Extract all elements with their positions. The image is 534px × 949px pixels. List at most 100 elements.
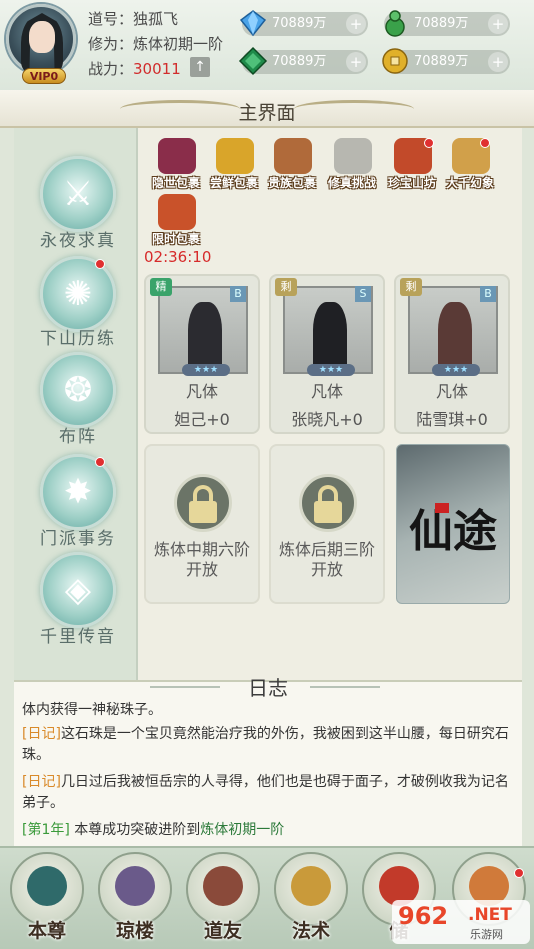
sidebar-item-sect-affairs[interactable]: ✸ xyxy=(40,454,116,530)
icon-label: 大千幻象 xyxy=(445,176,494,190)
sidebar-label: 下山历练 xyxy=(40,329,116,349)
nav-label: 道友 xyxy=(203,920,242,942)
add-currency-button[interactable]: + xyxy=(488,14,508,34)
nav-spells[interactable] xyxy=(274,852,348,926)
nav-pavilion[interactable] xyxy=(98,852,172,926)
unlock-requirement: 炼体后期三阶 开放 xyxy=(271,540,383,580)
icon-label: 贵族包裹 xyxy=(267,176,316,190)
avatar-face xyxy=(29,21,55,53)
card-badge: 精 xyxy=(150,278,172,296)
locked-slot[interactable]: 炼体中期六阶 开放 xyxy=(144,444,260,604)
notification-dot xyxy=(95,457,105,467)
dao-name: 独孤飞 xyxy=(133,10,179,28)
unlock-suffix: 开放 xyxy=(310,560,343,579)
nav-label: 本尊 xyxy=(27,920,66,942)
sidebar-item-training[interactable]: ✺ xyxy=(40,256,116,332)
sidebar-item-message[interactable]: ◈ xyxy=(40,552,116,628)
character-figure xyxy=(313,302,347,372)
unlock-suffix: 开放 xyxy=(185,560,218,579)
cultivation-challenge-button[interactable]: 修真挑战 xyxy=(326,138,378,194)
flower-star-icon: ✸ xyxy=(63,472,93,512)
xiantu-banner[interactable]: 仙途 xyxy=(396,444,510,604)
log-text: 体内获得一神秘珠子。 xyxy=(22,702,162,718)
character-name: 陆雪琪+0 xyxy=(416,410,488,429)
tier-badge: B xyxy=(480,286,496,302)
lock-icon xyxy=(174,474,232,532)
hidden-pack-button[interactable]: 隐世包裹 xyxy=(150,138,202,194)
notification-dot xyxy=(424,138,434,148)
icon-label: 珍宝山坊 xyxy=(387,176,436,190)
body-type: 凡体 xyxy=(185,382,218,401)
nav-label: 法术 xyxy=(291,920,330,942)
character-card-zhangxiaofan[interactable]: ★★★ 剩 S 凡体 张晓凡+0 xyxy=(269,274,385,434)
add-currency-button[interactable]: + xyxy=(346,14,366,34)
notification-dot xyxy=(95,259,105,269)
character-card-luxueqi[interactable]: ★★★ 剩 B 凡体 陆雪琪+0 xyxy=(394,274,510,434)
dao-name-row: 道号：独孤飞 xyxy=(88,8,178,29)
warrior-helmet-icon: ⚔ xyxy=(62,174,94,214)
unlock-requirement: 炼体中期六阶 开放 xyxy=(146,540,258,580)
body-type: 凡体 xyxy=(310,382,343,401)
star-rating: ★★★ xyxy=(307,364,355,376)
icon-label: 修真挑战 xyxy=(327,176,376,190)
golden-lotus-icon xyxy=(291,866,331,906)
watermark-suffix: .NET xyxy=(468,905,512,925)
currency-value: 70889万 xyxy=(414,54,469,69)
green-gourd-icon xyxy=(385,10,405,37)
sidebar-item-endless-night[interactable]: ⚔ xyxy=(40,156,116,232)
notification-dot xyxy=(480,138,490,148)
star-rating: ★★★ xyxy=(432,364,480,376)
nav-friends[interactable] xyxy=(186,852,260,926)
red-seal xyxy=(435,503,449,513)
player-avatar[interactable] xyxy=(6,4,76,74)
sidebar-label: 永夜求真 xyxy=(40,231,116,251)
log-title: 日志 xyxy=(248,676,288,700)
blue-gem-icon xyxy=(239,10,267,37)
body-type: 凡体 xyxy=(435,382,468,401)
add-currency-button[interactable]: + xyxy=(488,52,508,72)
countdown-timer: 02:36:10 xyxy=(144,248,212,266)
formation-scroll-icon: ❂ xyxy=(63,370,93,410)
vip-badge[interactable]: VIP0 xyxy=(22,68,66,84)
chibi-hero-icon xyxy=(27,866,67,906)
tier-badge: B xyxy=(230,286,246,302)
limited-pack-button[interactable]: 限时包裹 xyxy=(150,194,202,250)
icon-label: 尝鲜包裹 xyxy=(209,176,258,190)
power-up-arrow-icon[interactable]: ↑ xyxy=(190,57,210,77)
cultivation-value: 炼体初期一阶 xyxy=(133,35,224,53)
unlock-level: 炼体中期六阶 xyxy=(153,540,250,559)
banner-calligraphy: 仙途 xyxy=(409,506,497,557)
log-tag: [日记] xyxy=(22,774,61,790)
sidebar-label: 千里传音 xyxy=(40,627,116,647)
cultivation-label: 修为： xyxy=(88,35,134,53)
currency-value: 70889万 xyxy=(272,16,327,31)
locked-slot[interactable]: 炼体后期三阶 开放 xyxy=(269,444,385,604)
noble-pack-button[interactable]: 贵族包裹 xyxy=(266,138,318,194)
wings-emblem-icon: ✺ xyxy=(63,274,93,314)
card-badge: 剩 xyxy=(275,278,297,296)
gold-ingot-icon xyxy=(216,138,254,174)
currency-blue-gem: 70889万 + xyxy=(239,10,368,37)
tier-badge: S xyxy=(355,286,371,302)
nav-label: 琼楼 xyxy=(115,920,154,942)
log-entry: [第1年] 本尊成功突破进阶到炼体初期一阶 xyxy=(22,820,514,841)
crossed-swords-icon xyxy=(334,138,372,174)
log-text: 本尊成功突破进阶到 xyxy=(69,822,201,838)
currency-green-gourd: 70889万 + xyxy=(384,10,510,37)
friend-portrait-icon xyxy=(203,866,243,906)
character-card-daji[interactable]: ★★★ 精 B 凡体 妲己+0 xyxy=(144,274,260,434)
nav-self[interactable] xyxy=(10,852,84,926)
add-currency-button[interactable]: + xyxy=(346,52,366,72)
lock-icon xyxy=(299,474,357,532)
trial-pack-button[interactable]: 尝鲜包裹 xyxy=(208,138,260,194)
purple-bag-icon xyxy=(158,138,196,174)
unlock-level: 炼体后期三阶 xyxy=(278,540,375,559)
currency-gold-coin: 70889万 + xyxy=(382,48,510,74)
log-text: 几日过后我被恒岳宗的人寻得，他们也是也碍于面子，才破例收我为记名弟子。 xyxy=(22,774,509,811)
sidebar-label: 布阵 xyxy=(59,427,97,447)
sidebar-item-formation[interactable]: ❂ xyxy=(40,352,116,428)
character-figure xyxy=(438,302,472,372)
sidebar-label: 门派事务 xyxy=(40,529,116,549)
log-highlight: 炼体初期一阶 xyxy=(200,822,285,838)
watermark-site: 乐游网 xyxy=(470,928,503,941)
